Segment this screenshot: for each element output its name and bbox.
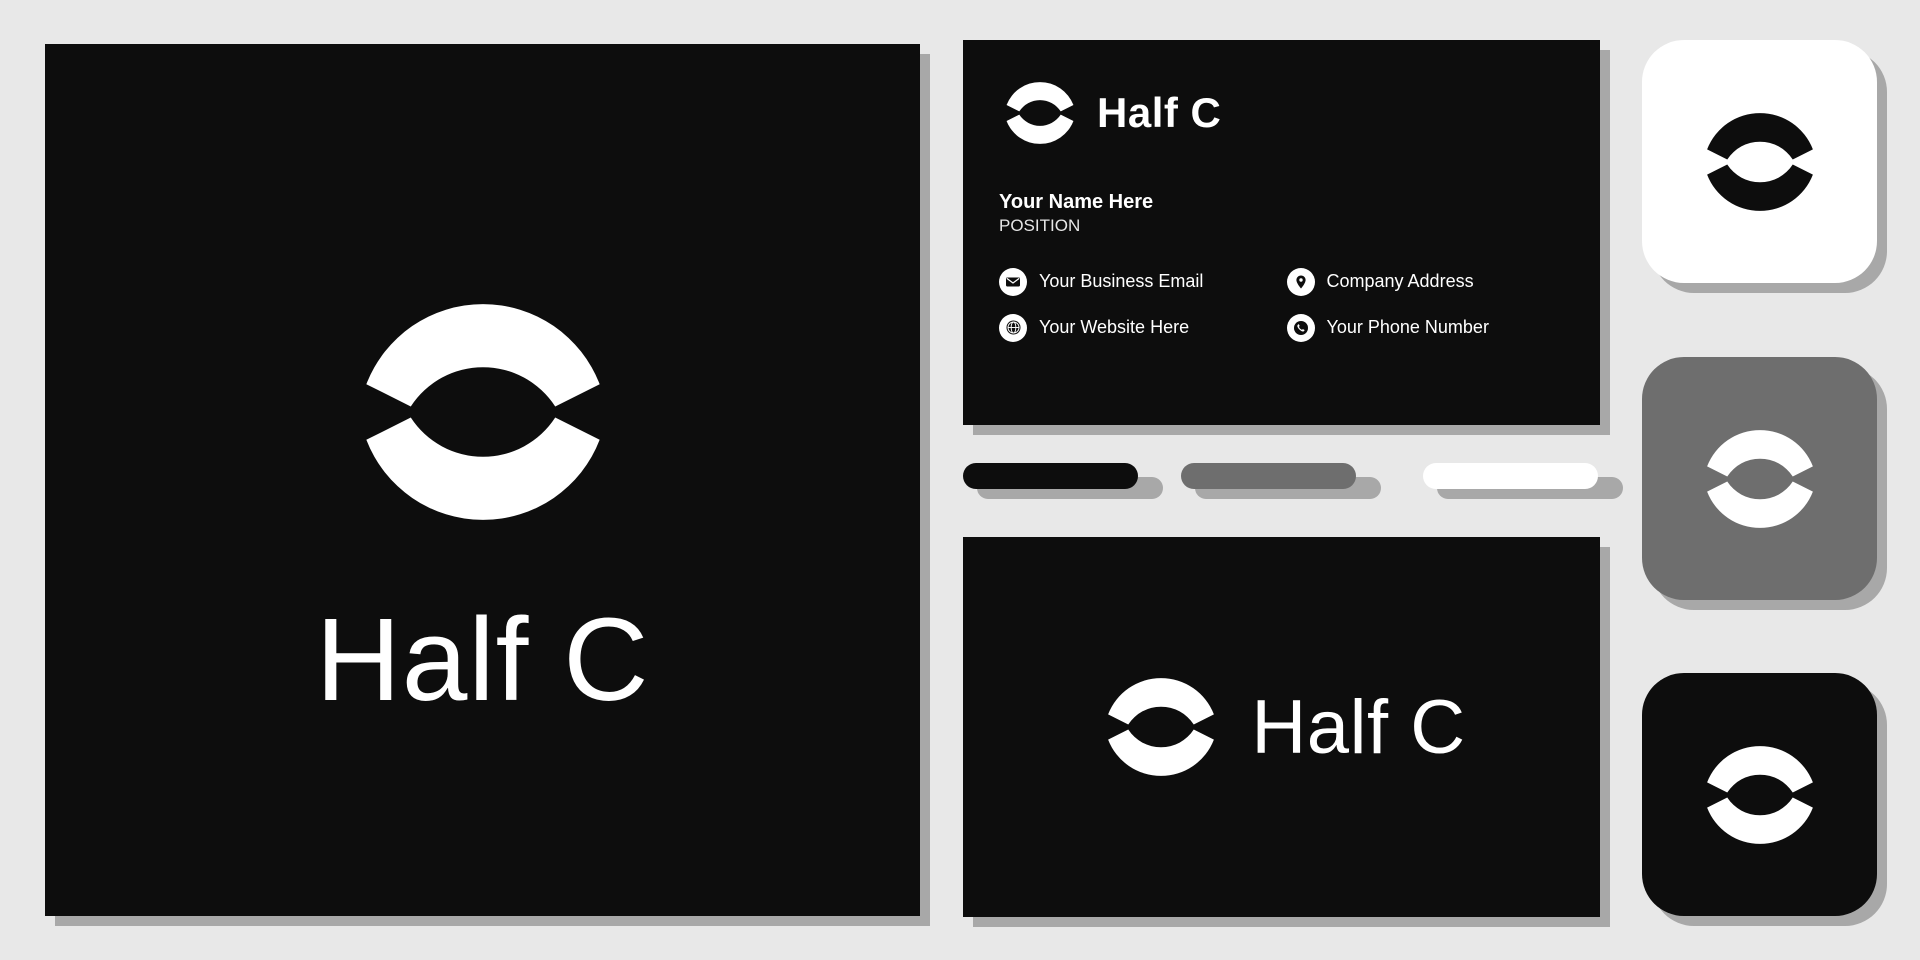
person-position: POSITION [999,216,1081,235]
app-icon-black [1642,673,1887,926]
globe-icon [999,313,1027,342]
app-icon-white [1642,40,1887,293]
contact-website: Your Website Here [999,313,1277,342]
business-card-contacts: Your Business Email Company Address Your… [999,267,1565,342]
business-card-header: Half C [999,70,1564,156]
contact-website-label: Your Website Here [1039,317,1190,338]
contact-address: Company Address [1286,267,1565,296]
business-card-brand: Half C [1097,89,1222,136]
horizontal-brand-name: Half C [1251,684,1466,770]
horizontal-logo-card: Half C [963,537,1610,927]
phone-icon [1286,313,1315,342]
color-swatches [963,463,1623,505]
half-circle-arcs-icon [1097,659,1225,795]
horizontal-logo-card-plate: Half C [963,537,1600,917]
half-circle-arcs-icon [1696,727,1824,863]
half-circle-arcs-icon [999,70,1081,156]
main-logo-card: Half C [45,44,930,926]
business-card-plate: Half C Your Name Here POSITION Your Busi… [963,40,1600,425]
contact-email-label: Your Business Email [1039,271,1204,292]
half-circle-arcs-icon [343,262,623,562]
swatch-black-primary [963,463,1138,489]
contact-address-label: Company Address [1326,271,1474,292]
swatch-white-primary [1423,463,1598,489]
person-name: Your Name Here [999,191,1154,213]
contact-email: Your Business Email [999,267,1277,296]
business-card: Half C Your Name Here POSITION Your Busi… [963,40,1610,435]
app-icon-white-plate [1642,40,1877,283]
business-card-person: Your Name Here POSITION [999,190,1564,238]
location-pin-icon [1286,267,1315,296]
app-icon-gray-plate [1642,357,1877,600]
main-brand-name: Half C [315,594,650,726]
envelope-icon [999,267,1027,296]
main-logo-card-plate: Half C [45,44,920,916]
artboard: Half C Half C Your Name Here POSITION Yo… [0,0,1920,960]
contact-phone: Your Phone Number [1286,313,1565,342]
app-icon-black-plate [1642,673,1877,916]
half-circle-arcs-icon [1696,411,1824,547]
half-circle-arcs-icon [1696,94,1824,230]
app-icon-gray [1642,357,1887,610]
swatch-gray-primary [1181,463,1356,489]
contact-phone-label: Your Phone Number [1326,317,1489,338]
